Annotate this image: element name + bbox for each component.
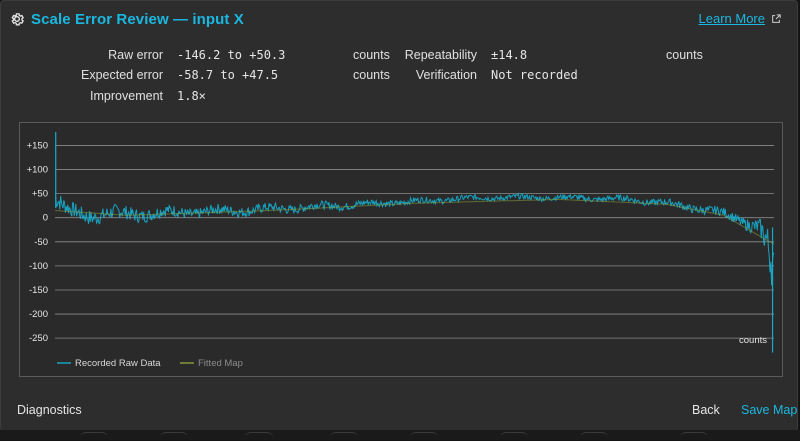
y-tick-label: -100 <box>29 261 48 272</box>
raw-error-label: Raw error <box>108 48 163 62</box>
verification-value: Not recorded <box>491 68 578 82</box>
expected-error-unit: counts <box>353 68 390 82</box>
y-axis-label: counts <box>739 335 767 346</box>
raw-error-value: -146.2 to +50.3 <box>177 48 286 62</box>
stats-panel: Raw error -146.2 to +50.3 counts Expecte… <box>1 1 800 111</box>
scale-error-dialog: Scale Error Review — input X Learn More … <box>0 0 798 432</box>
repeatability-label: Repeatability <box>404 48 477 62</box>
y-tick-label: -250 <box>29 333 48 344</box>
y-tick-label: 0 <box>43 213 48 224</box>
series-recorded-raw-data <box>54 192 775 286</box>
chart-series <box>54 131 775 353</box>
chart-grid <box>55 145 774 339</box>
y-tick-label: +150 <box>27 140 48 151</box>
y-tick-label: -200 <box>29 309 48 320</box>
chart-legend: Recorded Raw Data Fitted Map <box>57 358 243 369</box>
y-tick-label: +50 <box>32 189 48 200</box>
legend-recorded-raw-data-label: Recorded Raw Data <box>75 358 161 369</box>
back-button[interactable]: Back <box>692 403 720 417</box>
expected-error-value: -58.7 to +47.5 <box>177 68 279 82</box>
diagnostics-button[interactable]: Diagnostics <box>17 403 82 417</box>
y-axis-ticks: +150 +100 +50 0 -50 -100 -150 -200 -250 <box>27 140 48 344</box>
y-tick-label: -150 <box>29 285 48 296</box>
dialog-footer: Diagnostics Back Save Map <box>1 397 800 421</box>
save-map-button[interactable]: Save Map <box>741 403 797 417</box>
legend-fitted-map-label: Fitted Map <box>198 358 243 369</box>
y-tick-label: -50 <box>34 237 48 248</box>
verification-label: Verification <box>415 68 477 82</box>
improvement-label: Improvement <box>90 89 163 103</box>
improvement-value: 1.8× <box>177 89 206 103</box>
background-strip <box>0 430 800 440</box>
repeatability-value: ±14.8 <box>491 48 528 62</box>
raw-error-unit: counts <box>353 48 390 62</box>
error-chart: +150 +100 +50 0 -50 -100 -150 -200 -250 counts R… <box>19 122 783 377</box>
error-chart-svg: +150 +100 +50 0 -50 -100 -150 -200 -250 counts R… <box>27 131 775 369</box>
expected-error-label: Expected error <box>81 68 163 82</box>
repeatability-unit: counts <box>666 48 703 62</box>
series-fitted-map <box>54 198 775 245</box>
y-tick-label: +100 <box>27 165 48 176</box>
